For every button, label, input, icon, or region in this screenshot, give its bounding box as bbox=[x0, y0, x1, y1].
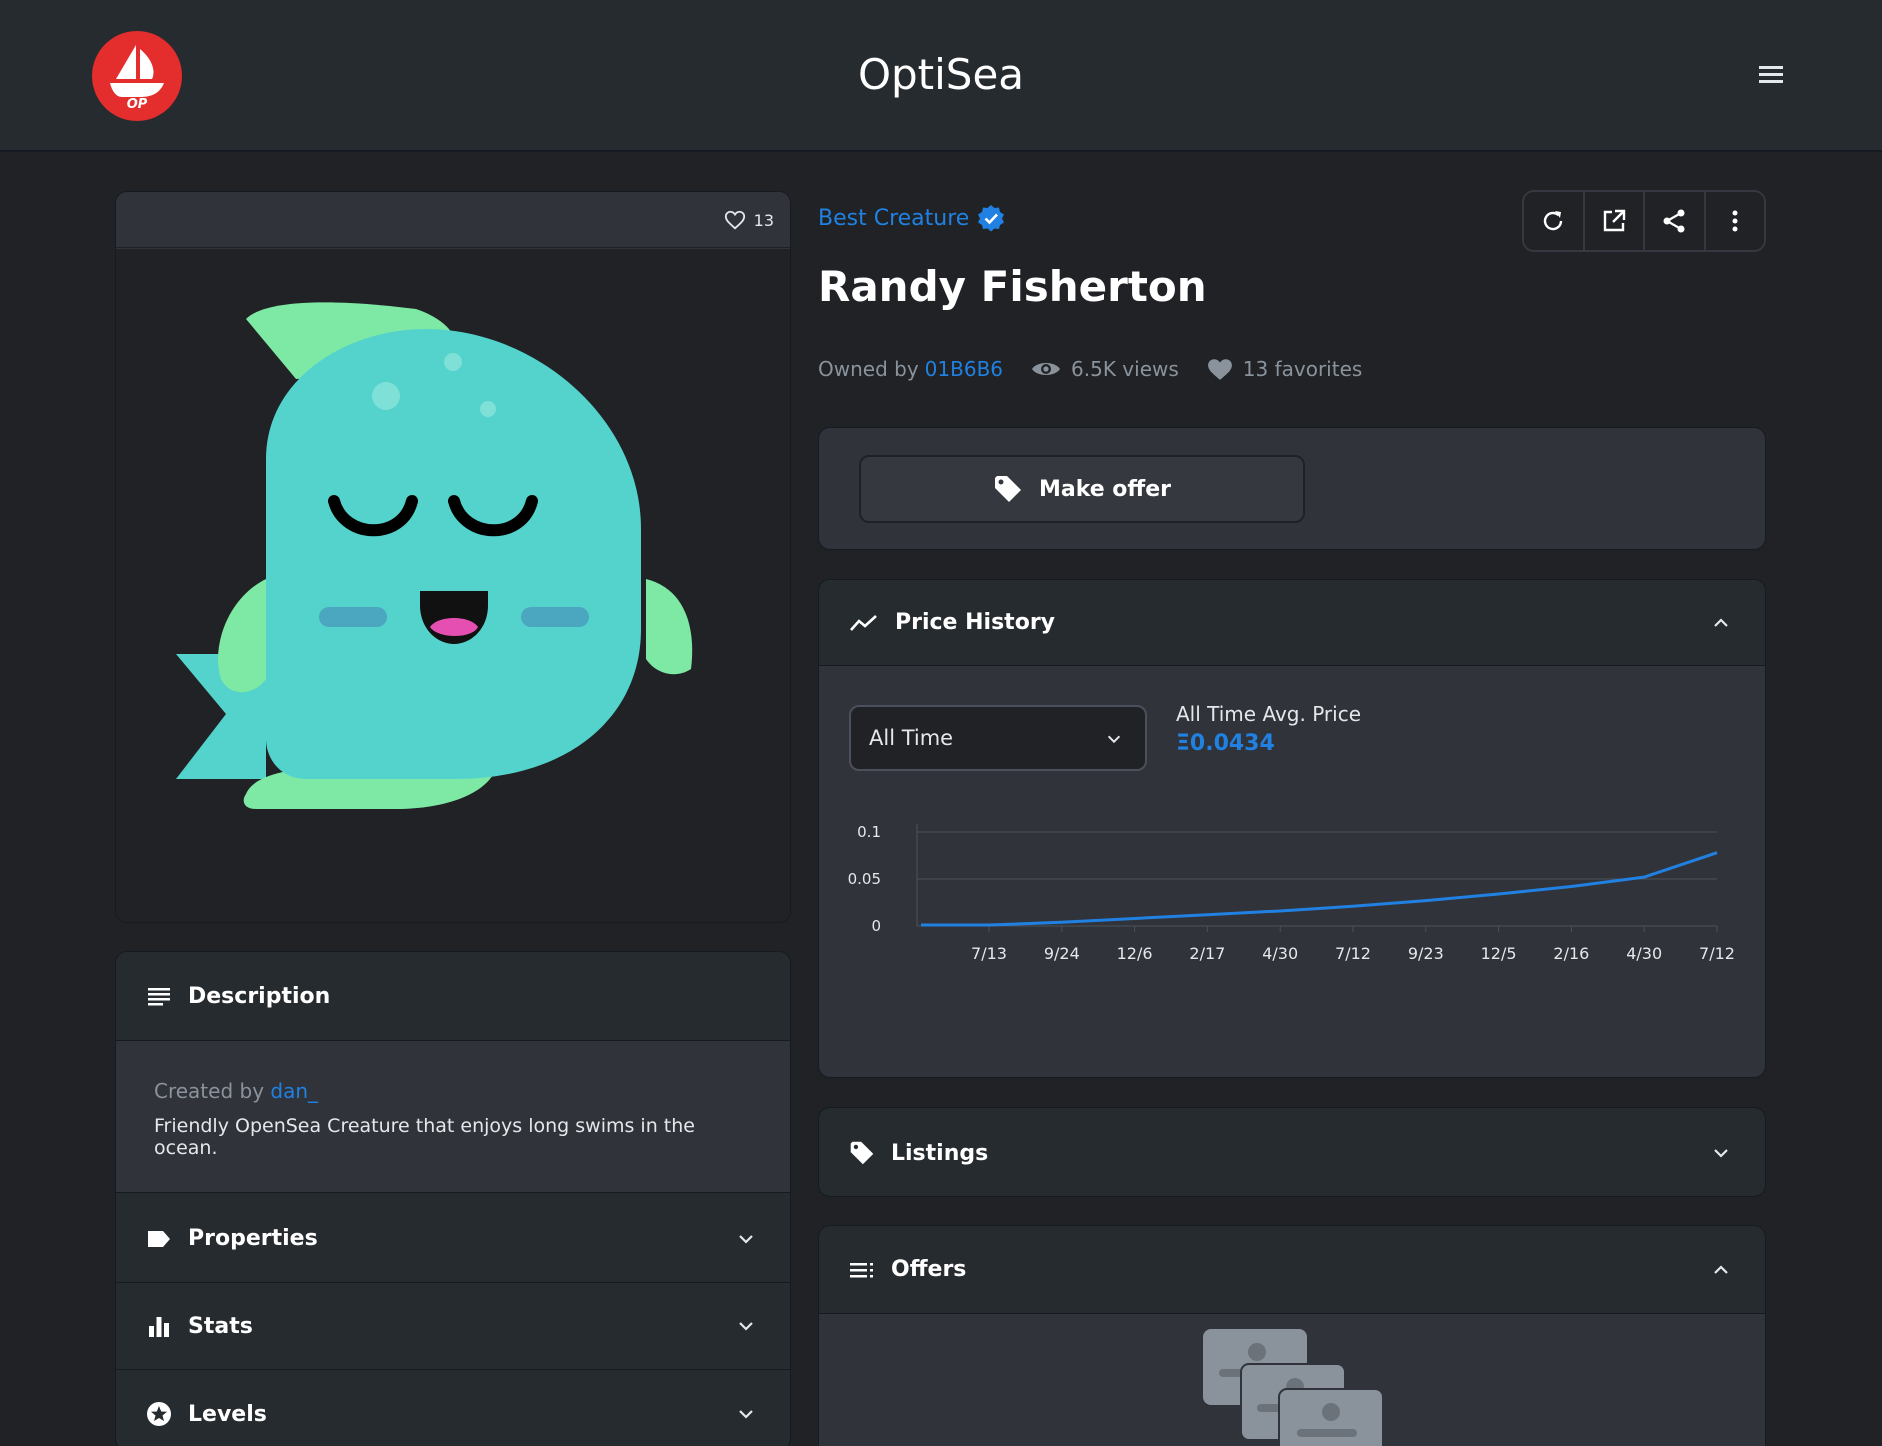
open-external-button[interactable] bbox=[1585, 192, 1645, 250]
external-link-icon bbox=[1603, 209, 1625, 232]
offers-panel: Offers bbox=[818, 1225, 1766, 1446]
share-icon bbox=[1663, 209, 1685, 233]
listings-title: Listings bbox=[891, 1140, 989, 1166]
x-tick-label: 12/5 bbox=[1481, 944, 1517, 963]
views-count: 6.5K views bbox=[1071, 357, 1179, 381]
label-tag-icon bbox=[146, 1226, 172, 1252]
properties-title: Properties bbox=[188, 1226, 318, 1251]
x-tick-label: 7/12 bbox=[1699, 944, 1735, 963]
time-range-value: All Time bbox=[869, 726, 954, 750]
offers-empty-state bbox=[819, 1314, 1765, 1446]
description-header[interactable]: Description bbox=[116, 952, 790, 1041]
price-history-chart: 0.1 0.05 0 7/13 9/24 12/6 2/17 4/30 7/12 9/23 12/5… bbox=[848, 823, 1735, 963]
favorite-button[interactable]: 13 bbox=[724, 209, 774, 231]
heart-icon bbox=[1207, 359, 1232, 380]
item-meta-row: Owned by 01B6B6 6.5K views 13 favorites bbox=[818, 357, 1362, 381]
x-tick-label: 4/30 bbox=[1626, 944, 1662, 963]
x-tick-label: 2/17 bbox=[1189, 944, 1225, 963]
time-range-select[interactable]: All Time bbox=[849, 705, 1147, 771]
stats-header[interactable]: Stats bbox=[116, 1283, 790, 1370]
price-tag-icon bbox=[994, 476, 1021, 502]
logo-text: OP bbox=[127, 97, 148, 112]
levels-title: Levels bbox=[188, 1401, 267, 1427]
price-history-title: Price History bbox=[895, 610, 1056, 635]
star-circle-icon bbox=[146, 1401, 172, 1427]
chevron-down-icon bbox=[739, 1410, 753, 1419]
hamburger-menu-icon[interactable] bbox=[1756, 60, 1786, 90]
make-offer-button[interactable]: Make offer bbox=[859, 455, 1305, 523]
verified-badge-icon bbox=[978, 205, 1005, 232]
created-by-label: Created by bbox=[154, 1079, 265, 1103]
nft-artwork bbox=[116, 249, 790, 922]
price-history-header[interactable]: Price History bbox=[819, 580, 1765, 666]
created-by-line: Created by dan_ bbox=[154, 1079, 752, 1103]
chevron-up-icon bbox=[1714, 618, 1728, 627]
share-button[interactable] bbox=[1645, 192, 1706, 250]
refresh-button[interactable] bbox=[1524, 192, 1585, 250]
levels-header[interactable]: Levels bbox=[116, 1370, 790, 1446]
description-body: Created by dan_ Friendly OpenSea Creatur… bbox=[116, 1041, 790, 1193]
x-tick-label: 12/6 bbox=[1117, 944, 1153, 963]
description-title: Description bbox=[188, 983, 331, 1009]
offers-title: Offers bbox=[891, 1257, 967, 1282]
image-card-topbar: 13 bbox=[116, 192, 790, 248]
x-tick-label: 9/23 bbox=[1408, 944, 1444, 963]
owner-link[interactable]: 01B6B6 bbox=[925, 357, 1003, 381]
chevron-down-icon bbox=[1107, 735, 1121, 744]
y-tick-label: 0.1 bbox=[857, 823, 881, 841]
x-tick-label: 9/24 bbox=[1044, 944, 1080, 963]
left-accordion: Description Created by dan_ Friendly Ope… bbox=[115, 951, 791, 1446]
chevron-up-icon bbox=[1714, 1264, 1728, 1274]
avg-price-label: All Time Avg. Price bbox=[1176, 702, 1361, 726]
collection-name: Best Creature bbox=[818, 205, 970, 231]
stats-title: Stats bbox=[188, 1313, 253, 1339]
nft-image-card: 13 bbox=[115, 191, 791, 923]
more-options-button[interactable] bbox=[1706, 192, 1765, 250]
empty-offers-illustration bbox=[1203, 1329, 1384, 1446]
app-title: OptiSea bbox=[857, 50, 1025, 99]
avg-price-value: Ξ0.0434 bbox=[1176, 731, 1275, 756]
chevron-down-icon bbox=[739, 1234, 753, 1244]
owned-by-label: Owned by bbox=[818, 357, 919, 381]
price-series-line bbox=[921, 851, 1718, 927]
chevron-down-icon bbox=[739, 1322, 753, 1331]
y-tick-label: 0.05 bbox=[848, 870, 881, 888]
item-name: Randy Fisherton bbox=[818, 262, 1207, 311]
trending-line-icon bbox=[849, 612, 879, 634]
eye-icon bbox=[1032, 363, 1061, 375]
price-tag-icon bbox=[849, 1140, 875, 1166]
make-offer-label: Make offer bbox=[1038, 476, 1172, 502]
description-text: Friendly OpenSea Creature that enjoys lo… bbox=[154, 1115, 695, 1159]
refresh-icon bbox=[1544, 211, 1563, 231]
x-tick-label: 7/13 bbox=[971, 944, 1007, 963]
creator-link[interactable]: dan_ bbox=[270, 1079, 318, 1103]
favorites-count: 13 favorites bbox=[1242, 357, 1363, 381]
listings-header[interactable]: Listings bbox=[819, 1108, 1765, 1196]
item-action-buttons bbox=[1522, 190, 1766, 252]
more-vertical-icon bbox=[1732, 210, 1738, 232]
price-history-panel: Price History All Time All Time Avg. Pri… bbox=[818, 579, 1766, 1078]
x-tick-label: 2/16 bbox=[1553, 944, 1589, 963]
collection-link[interactable]: Best Creature bbox=[818, 204, 1005, 232]
y-tick-label: 0 bbox=[871, 917, 881, 935]
listings-panel: Listings bbox=[818, 1107, 1766, 1197]
chevron-down-icon bbox=[1714, 1149, 1728, 1158]
top-nav: OP OptiSea bbox=[0, 0, 1882, 152]
heart-outline-icon bbox=[724, 210, 745, 230]
offers-header[interactable]: Offers bbox=[819, 1226, 1765, 1314]
x-tick-label: 4/30 bbox=[1262, 944, 1298, 963]
favorites-stat: 13 favorites bbox=[1207, 357, 1363, 381]
subject-lines-icon bbox=[146, 983, 172, 1009]
bar-chart-icon bbox=[146, 1313, 172, 1339]
views-stat: 6.5K views bbox=[1031, 357, 1179, 381]
list-lines-icon bbox=[849, 1257, 875, 1283]
offer-panel: Make offer bbox=[818, 427, 1766, 550]
x-tick-label: 7/12 bbox=[1335, 944, 1371, 963]
favorite-count: 13 bbox=[753, 210, 774, 230]
properties-header[interactable]: Properties bbox=[116, 1195, 790, 1283]
